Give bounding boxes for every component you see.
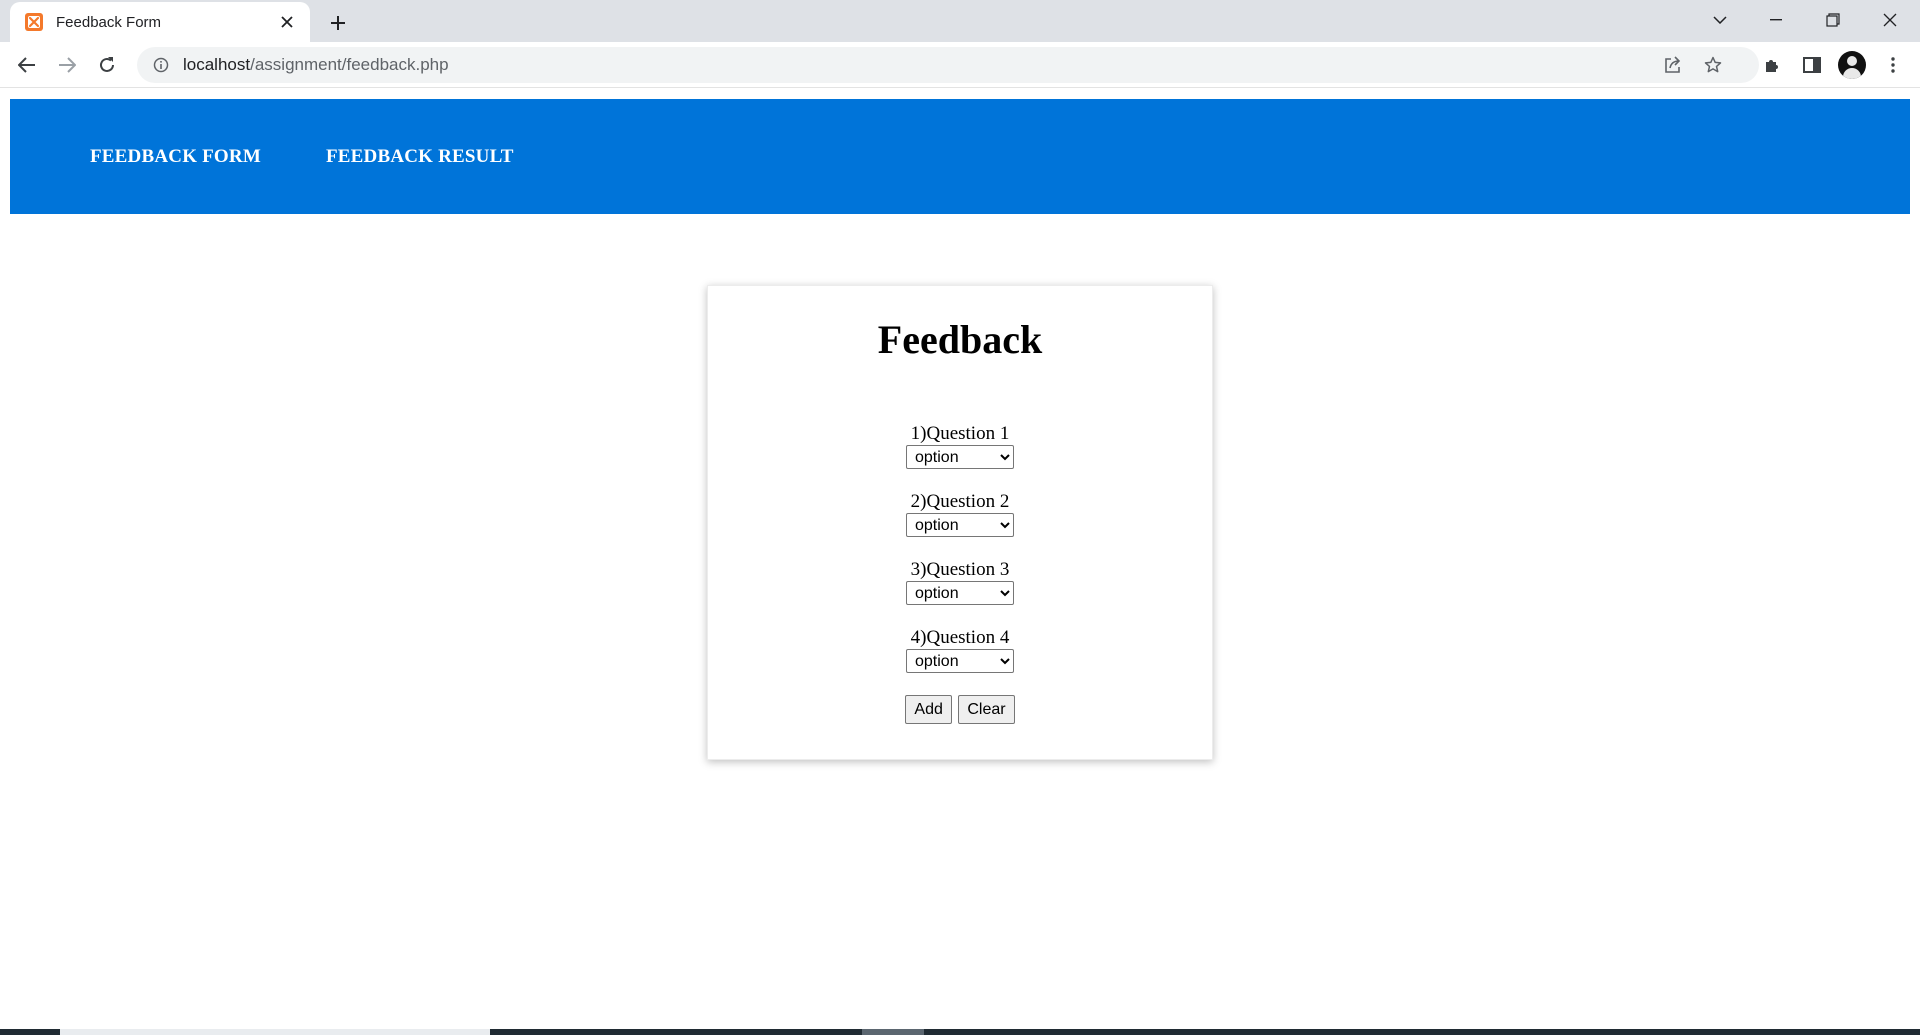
back-icon[interactable] bbox=[11, 49, 43, 81]
question-2-select[interactable]: option bbox=[906, 513, 1014, 537]
question-4-select[interactable]: option bbox=[906, 649, 1014, 673]
question-label: 3)Question 3 bbox=[910, 559, 1010, 580]
new-tab-icon[interactable] bbox=[324, 9, 352, 37]
question-list: 1)Question 1 option 2)Question 2 option … bbox=[708, 423, 1212, 673]
question-1-select[interactable]: option bbox=[906, 445, 1014, 469]
question-label: 4)Question 4 bbox=[910, 627, 1010, 648]
restore-icon[interactable] bbox=[1805, 0, 1861, 40]
extensions-puzzle-icon[interactable] bbox=[1756, 49, 1788, 81]
more-menu-icon[interactable] bbox=[1877, 49, 1909, 81]
feedback-card: Feedback 1)Question 1 option 2)Question … bbox=[707, 285, 1213, 760]
question-item: 1)Question 1 option bbox=[708, 423, 1212, 469]
site-navbar: FEEDBACK FORM FEEDBACK RESULT bbox=[10, 99, 1910, 214]
url-path: /assignment/feedback.php bbox=[250, 55, 449, 74]
question-3-select[interactable]: option bbox=[906, 581, 1014, 605]
nav-feedback-result[interactable]: FEEDBACK RESULT bbox=[326, 146, 514, 168]
share-icon[interactable] bbox=[1657, 49, 1689, 81]
form-buttons: Add Clear bbox=[708, 695, 1212, 724]
site-info-icon[interactable] bbox=[151, 55, 171, 75]
taskbar-search-box[interactable] bbox=[60, 1029, 490, 1035]
bookmark-star-icon[interactable] bbox=[1697, 49, 1729, 81]
xampp-icon bbox=[24, 12, 44, 32]
clear-button[interactable]: Clear bbox=[958, 695, 1015, 724]
taskbar-active-app[interactable] bbox=[862, 1029, 924, 1035]
close-window-icon[interactable] bbox=[1862, 0, 1918, 40]
tab-search-icon[interactable] bbox=[1692, 0, 1748, 40]
question-label: 1)Question 1 bbox=[910, 423, 1010, 444]
nav-feedback-form[interactable]: FEEDBACK FORM bbox=[90, 146, 261, 168]
browser-tab[interactable]: Feedback Form bbox=[10, 2, 310, 42]
side-panel-icon[interactable] bbox=[1796, 49, 1828, 81]
question-item: 4)Question 4 option bbox=[708, 627, 1212, 673]
page-title: Feedback bbox=[877, 317, 1043, 362]
close-tab-icon[interactable] bbox=[276, 11, 298, 33]
profile-avatar[interactable] bbox=[1838, 51, 1866, 79]
add-button[interactable]: Add bbox=[905, 695, 952, 724]
browser-tabstrip: Feedback Form bbox=[0, 0, 1920, 42]
url-host: localhost bbox=[183, 55, 251, 74]
address-bar[interactable]: localhost/assignment/feedback.php bbox=[137, 47, 1759, 83]
question-item: 3)Question 3 option bbox=[708, 559, 1212, 605]
browser-toolbar: localhost/assignment/feedback.php bbox=[0, 42, 1920, 88]
question-item: 2)Question 2 option bbox=[708, 491, 1212, 537]
url-text: localhost/assignment/feedback.php bbox=[183, 55, 449, 75]
tab-title: Feedback Form bbox=[56, 13, 162, 31]
minimize-icon[interactable] bbox=[1748, 0, 1804, 40]
os-taskbar bbox=[0, 1029, 1920, 1035]
reload-icon[interactable] bbox=[91, 49, 123, 81]
forward-icon[interactable] bbox=[51, 49, 83, 81]
question-label: 2)Question 2 bbox=[910, 491, 1010, 512]
